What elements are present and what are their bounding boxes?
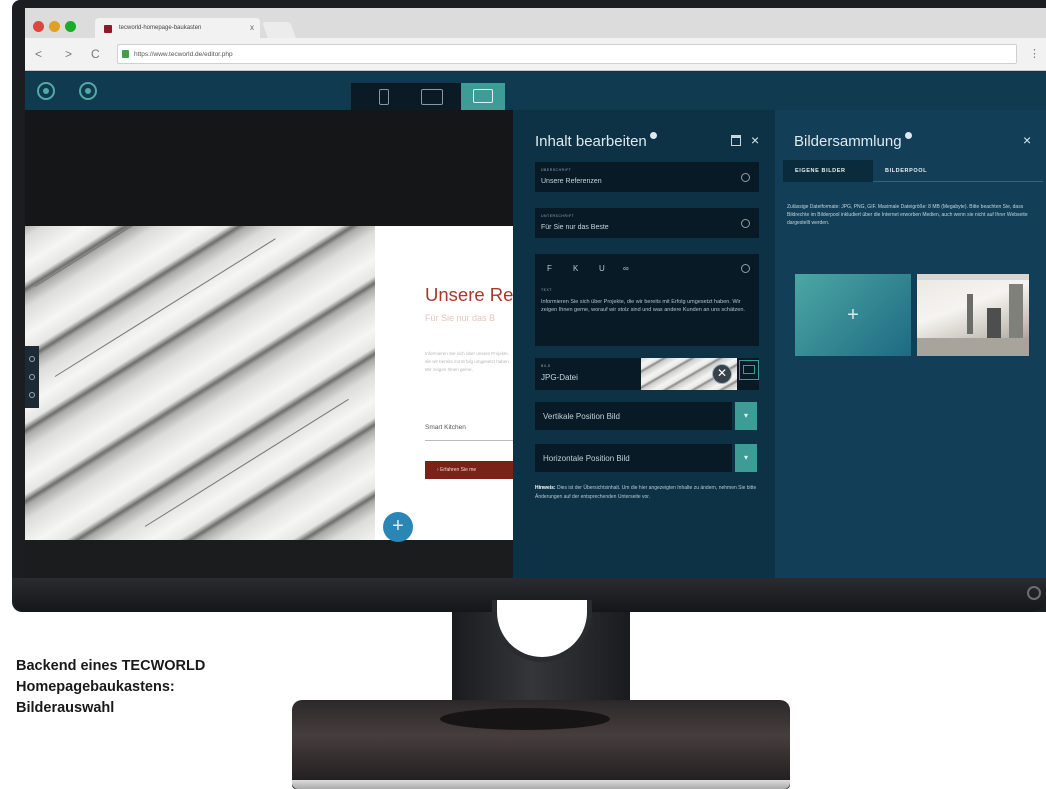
reset-icon[interactable]	[741, 219, 750, 228]
monitor-photo: Backend eines TECWORLD Homepagebaukasten…	[0, 0, 1046, 789]
reset-icon[interactable]	[741, 173, 750, 182]
close-icon[interactable]: ×	[751, 132, 759, 148]
close-icon[interactable]: ×	[1023, 132, 1031, 148]
chevron-down-icon[interactable]: ▾	[735, 444, 757, 472]
image-field-label: BILD	[541, 364, 551, 368]
preview-paragraph[interactable]: Informieren Sie sich über unsere Projekt…	[425, 350, 513, 374]
browser-tab[interactable]: tecworld-homepage-baukasten x	[95, 18, 260, 38]
mobile-view-icon[interactable]	[379, 89, 389, 105]
image-field-value: JPG-Datei	[541, 373, 578, 382]
chevron-down-icon[interactable]: ▾	[735, 402, 757, 430]
reset-icon[interactable]	[741, 264, 750, 273]
subheading-field-label: UNTERSCHRIFT	[541, 214, 575, 218]
upload-image-button[interactable]: +	[795, 274, 911, 356]
gallery-title-text: Bildersammlung	[794, 133, 902, 150]
text-field-body[interactable]: Informieren Sie sich über Projekte, die …	[541, 298, 755, 314]
hint-body: Dies ist der Übersichtsinhalt. Um die hi…	[535, 485, 757, 500]
tablet-view-icon[interactable]	[421, 89, 443, 105]
text-field[interactable]: F K U ∞ TEXT Informieren Sie sich über P…	[535, 254, 759, 346]
caption-line-2: Homepagebaukastens:	[16, 679, 175, 695]
tab-own-images[interactable]: EIGENE BILDER	[783, 160, 873, 182]
hero-image[interactable]	[25, 226, 375, 540]
home-icon[interactable]	[37, 82, 55, 100]
screen: tecworld-homepage-baukasten x < > C http…	[25, 8, 1046, 578]
section-handle[interactable]	[25, 346, 39, 408]
forward-icon[interactable]: >	[65, 47, 72, 61]
drag-icon[interactable]	[29, 374, 35, 380]
image-gallery-icon[interactable]	[739, 360, 759, 380]
minimize-window-icon[interactable]	[49, 21, 60, 32]
tab-close-icon[interactable]: x	[250, 23, 254, 32]
preview-link[interactable]: Smart Kitchen	[425, 424, 466, 431]
add-section-button[interactable]: +	[383, 512, 413, 542]
preview-header	[25, 110, 513, 226]
gallery-info: Zulässige Dateiformate: JPG, PNG, GIF. M…	[787, 204, 1028, 226]
subheading-field[interactable]: UNTERSCHRIFT Für Sie nur das Beste	[535, 208, 759, 238]
chevron-down-icon[interactable]	[29, 392, 35, 398]
power-icon	[1027, 586, 1041, 600]
link-icon[interactable]: ∞	[623, 264, 629, 273]
heading-field-value: Unsere Referenzen	[541, 178, 602, 185]
hint-text: Hinweis: Dies ist der Übersichtsinhalt. …	[535, 484, 757, 501]
edit-content-panel: Inhalt bearbeiten × ÜBERSCHRIFT Unsere R…	[513, 110, 775, 578]
photo-caption: Backend eines TECWORLD Homepagebaukasten…	[16, 656, 276, 719]
vertical-position-select[interactable]: Vertikale Position Bild	[535, 402, 732, 430]
caption-line-1: Backend eines TECWORLD	[16, 658, 206, 674]
preview-subheading[interactable]: Für Sie nur das B	[425, 313, 495, 323]
trash-icon[interactable]	[731, 135, 741, 146]
hint-label: Hinweis:	[535, 485, 556, 491]
remove-image-icon[interactable]: ✕	[712, 364, 732, 384]
maximize-window-icon[interactable]	[65, 21, 76, 32]
text-field-label: TEXT	[541, 288, 552, 292]
preview-cta-label: Erfahren Sie me	[440, 467, 477, 473]
heading-field-label: ÜBERSCHRIFT	[541, 168, 572, 172]
browser-menu-icon[interactable]: ⋮	[1029, 47, 1040, 60]
bold-icon[interactable]: F	[547, 264, 552, 273]
url-text: https://www.tecworld.de/editor.php	[134, 51, 233, 58]
monitor-base-edge	[292, 780, 790, 789]
gallery-image-thumbnail[interactable]	[917, 274, 1029, 356]
help-icon[interactable]	[649, 132, 657, 139]
gallery-title: Bildersammlung	[794, 132, 912, 150]
desktop-view-icon	[473, 89, 493, 103]
new-tab-button[interactable]	[262, 22, 296, 38]
lock-icon	[122, 50, 129, 58]
tab-image-pool[interactable]: BILDERPOOL	[873, 160, 1043, 182]
monitor-base-slot	[440, 708, 610, 730]
help-icon[interactable]	[904, 132, 912, 139]
italic-icon[interactable]: K	[573, 264, 578, 273]
tab-title: tecworld-homepage-baukasten	[119, 25, 202, 31]
browser-toolbar: < > C https://www.tecworld.de/editor.php…	[25, 38, 1046, 71]
editor-toolbar	[25, 72, 1046, 110]
horizontal-position-select[interactable]: Horizontale Position Bild	[535, 444, 732, 472]
address-bar[interactable]: https://www.tecworld.de/editor.php	[117, 44, 1017, 64]
preview-divider	[425, 440, 513, 441]
favicon-icon	[104, 25, 112, 33]
settings-icon[interactable]	[79, 82, 97, 100]
preview-heading[interactable]: Unsere Re	[425, 284, 513, 306]
preview-cta-button[interactable]: › Erfahren Sie me	[425, 461, 513, 479]
back-icon[interactable]: <	[35, 47, 42, 61]
reload-icon[interactable]: C	[91, 47, 100, 61]
panel-title: Inhalt bearbeiten	[535, 132, 657, 150]
chevron-up-icon[interactable]	[29, 356, 35, 362]
preview-footer	[25, 540, 513, 578]
close-window-icon[interactable]	[33, 21, 44, 32]
website-preview: Unsere Re Für Sie nur das B Informieren …	[25, 110, 513, 578]
image-collection-panel: Bildersammlung × EIGENE BILDER BILDERPOO…	[775, 110, 1046, 578]
tab-underline	[873, 181, 1043, 182]
heading-field[interactable]: ÜBERSCHRIFT Unsere Referenzen	[535, 162, 759, 192]
image-field[interactable]: BILD JPG-Datei ✕	[535, 358, 759, 390]
browser-tabbar: tecworld-homepage-baukasten x	[25, 8, 1046, 38]
caption-line-3: Bilderauswahl	[16, 700, 115, 716]
panel-title-text: Inhalt bearbeiten	[535, 133, 647, 150]
subheading-field-value: Für Sie nur das Beste	[541, 224, 609, 231]
desktop-view-button[interactable]	[461, 83, 505, 110]
underline-icon[interactable]: U	[599, 264, 605, 273]
